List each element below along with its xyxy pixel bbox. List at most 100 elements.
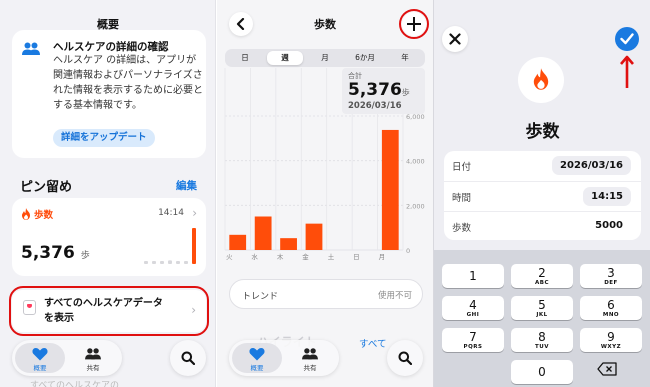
steps-label: 歩数: [34, 210, 54, 221]
info-heading: ヘルスケアの詳細の確認: [53, 41, 169, 53]
search-button[interactable]: [170, 340, 206, 376]
tab-sharing[interactable]: 共有: [68, 343, 118, 373]
steps-time: 14:14: [158, 208, 184, 218]
key-digit: 1: [469, 269, 477, 283]
x-tick-label: 月: [379, 253, 386, 261]
x-tick-label: 火: [226, 253, 233, 261]
trend-label: トレンド: [242, 292, 279, 302]
people-icon: [22, 42, 40, 55]
date-picker[interactable]: 2026/03/16: [552, 156, 631, 175]
summary-value: 5,376歩: [348, 80, 410, 100]
bar[interactable]: [229, 234, 247, 250]
steps-category-badge: [518, 57, 564, 103]
key-digit: 6: [607, 298, 615, 312]
time-range-segmented-control: 日 週 月 6か月 年: [225, 49, 425, 67]
summary-number: 5,376: [348, 80, 402, 100]
people-icon: [302, 348, 318, 360]
key-letters: MNO: [602, 312, 620, 318]
steps-input[interactable]: 5000: [595, 220, 623, 231]
flame-icon: [533, 68, 549, 90]
done-button[interactable]: [615, 27, 639, 51]
steps-field-label: 歩数: [452, 223, 472, 234]
flame-icon: [22, 208, 30, 220]
y-tick-label: 0: [406, 247, 410, 255]
people-icon: [85, 348, 101, 360]
steps-value: 5,376 歩: [21, 243, 90, 263]
tab-sharing[interactable]: 共有: [285, 343, 335, 373]
key-digit: 9: [607, 330, 615, 344]
tab-summary[interactable]: 概要: [232, 343, 282, 373]
y-tick-label: 4,000: [406, 158, 425, 166]
mini-bar: [176, 261, 180, 264]
keypad-delete-key[interactable]: [575, 357, 637, 381]
annotation-arrow: [620, 55, 634, 88]
tab-sharing-label: 共有: [86, 364, 100, 372]
y-tick-label: 6,000: [406, 113, 425, 121]
tab-bar: 概要 共有: [229, 340, 339, 376]
steps-row: 歩数 5000: [444, 211, 641, 240]
search-icon: [398, 351, 412, 365]
segment-6-months[interactable]: 6か月: [347, 51, 383, 65]
keypad-key-4[interactable]: 4 GHI: [442, 296, 504, 320]
key-digit: 3: [607, 266, 615, 280]
tab-summary[interactable]: 概要: [15, 343, 65, 373]
key-letters: TUV: [535, 344, 549, 350]
annotation-highlight-ring: [399, 9, 429, 39]
key-digit: 5: [538, 298, 546, 312]
tab-summary-label: 概要: [250, 364, 264, 372]
key-digit: 4: [469, 298, 477, 312]
keypad-key-6[interactable]: 6 MNO: [580, 296, 642, 320]
tab-sharing-label: 共有: [303, 364, 317, 372]
mini-bar: [152, 261, 156, 264]
bar[interactable]: [280, 238, 297, 250]
key-letters: PQRS: [463, 344, 483, 350]
search-icon: [181, 351, 195, 365]
date-label: 日付: [452, 162, 472, 173]
heart-icon: [32, 348, 48, 361]
keypad-key-3[interactable]: 3 DEF: [580, 264, 642, 288]
key-digit: 0: [538, 365, 546, 379]
bar[interactable]: [381, 129, 399, 250]
keypad-key-2[interactable]: 2 ABC: [511, 264, 573, 288]
summary-unit: 歩: [401, 88, 410, 97]
keypad-key-8[interactable]: 8 TUV: [511, 328, 573, 352]
x-tick-label: 日: [353, 253, 360, 261]
show-all-link[interactable]: すべて: [359, 336, 386, 350]
steps-unit: 歩: [80, 251, 90, 261]
segment-day[interactable]: 日: [227, 51, 263, 65]
key-letters: ABC: [535, 280, 549, 286]
info-body: ヘルスケア の詳細は、アプリが関連情報およびパーソナライズされた情報を表示するた…: [53, 55, 203, 111]
keypad-key-0[interactable]: 0: [511, 360, 573, 384]
close-button[interactable]: [442, 26, 468, 52]
steps-number: 5,376: [21, 243, 75, 263]
y-tick-label: 2,000: [406, 202, 425, 210]
keypad-key-1[interactable]: 1: [442, 264, 504, 288]
trend-row[interactable]: トレンド 使用不可: [229, 279, 423, 309]
bar[interactable]: [305, 223, 323, 250]
steps-detail-screen: 歩数 日 週 月 6か月 年 6,000 4,000 2,000 0 火水木金土日月 合…: [217, 0, 433, 387]
time-label: 時間: [452, 193, 472, 204]
segment-month[interactable]: 月: [307, 51, 343, 65]
x-tick-label: 金: [302, 252, 309, 261]
keypad-key-5[interactable]: 5 JKL: [511, 296, 573, 320]
segment-week[interactable]: 週: [267, 51, 303, 65]
keypad-key-9[interactable]: 9 WXYZ: [580, 328, 642, 352]
heart-icon: [249, 348, 265, 361]
keypad-key-7[interactable]: 7 PQRS: [442, 328, 504, 352]
bar[interactable]: [254, 216, 272, 251]
add-data-form: 日付 2026/03/16 時間 14:15 歩数 5000: [444, 151, 641, 240]
numeric-keypad: 1 2 ABC 3 DEF 4 GHI 5 JKL 6 MNO 7 PQRS 8 TUV 9 WXYZ 0: [434, 250, 650, 387]
search-button[interactable]: [387, 340, 423, 376]
edit-link[interactable]: 編集: [176, 178, 197, 193]
checkmark-icon: [620, 33, 634, 45]
steps-mini-chart: [144, 228, 196, 264]
segment-year[interactable]: 年: [387, 51, 423, 65]
time-picker[interactable]: 14:15: [583, 187, 631, 206]
key-letters: JKL: [536, 312, 548, 318]
steps-pinned-card[interactable]: 歩数 14:14 › 5,376 歩: [12, 198, 206, 276]
update-details-button[interactable]: 詳細をアップデート: [53, 129, 155, 147]
mini-bar: [168, 260, 172, 264]
summary-date: 2026/03/16: [348, 101, 402, 111]
pinned-heading: ピン留め: [20, 180, 73, 195]
close-icon: [449, 33, 461, 45]
